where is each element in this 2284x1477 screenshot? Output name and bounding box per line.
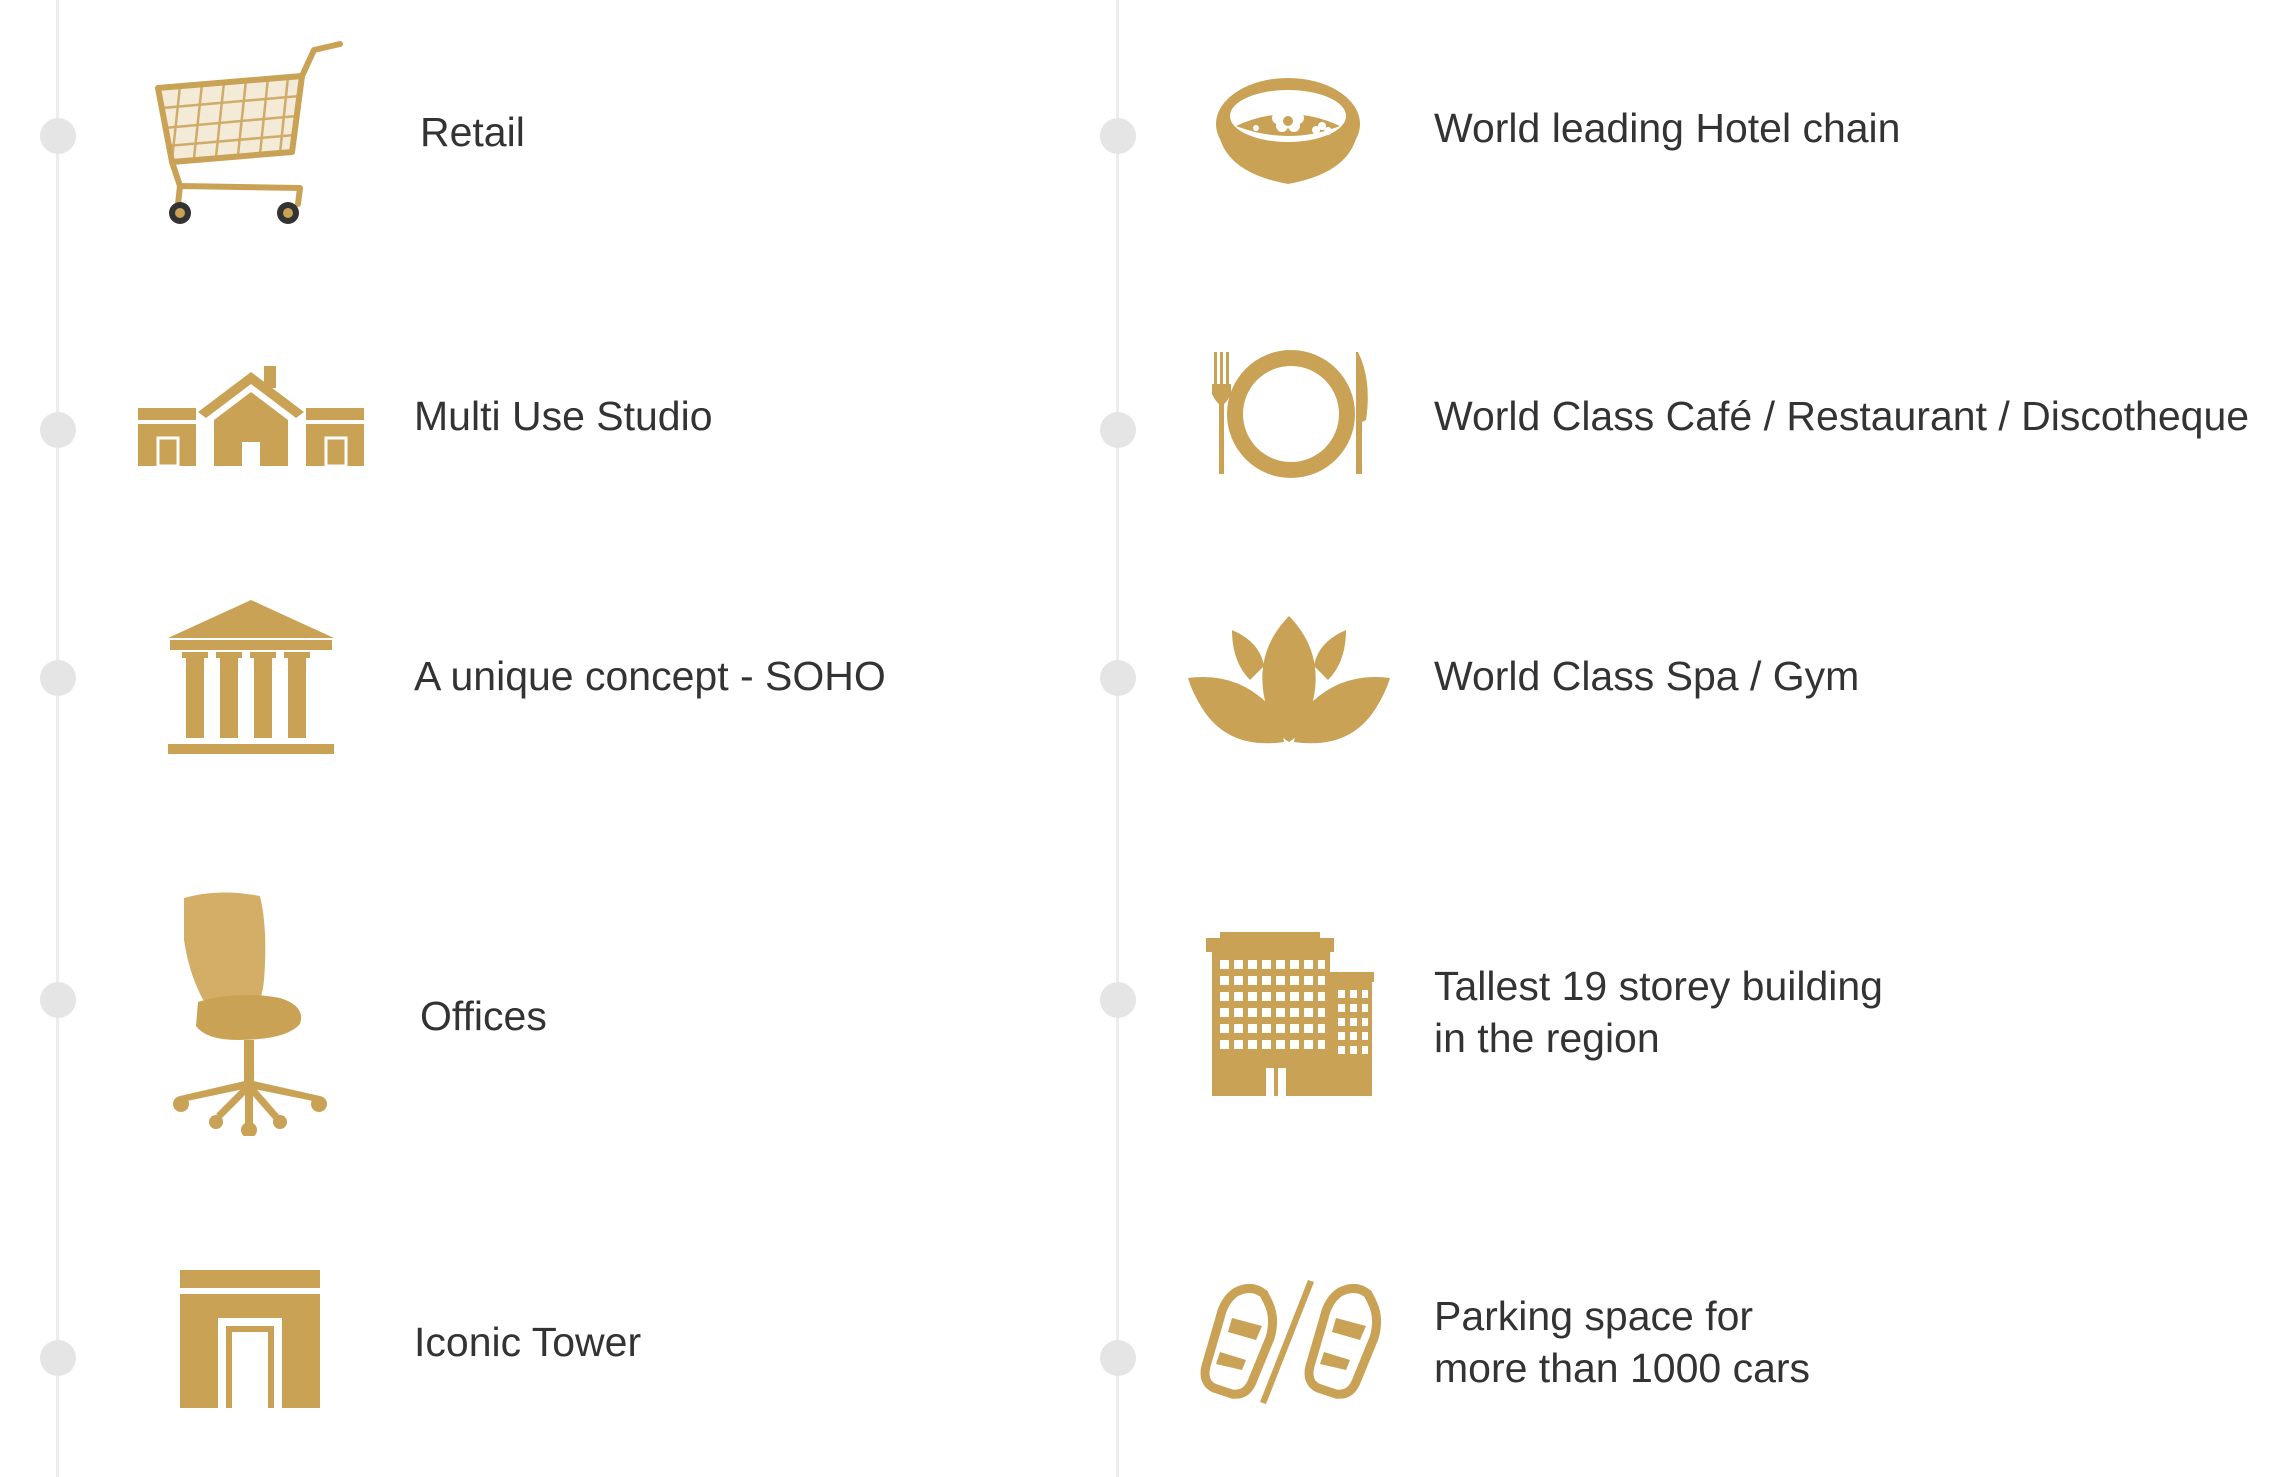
classical-building-icon bbox=[168, 600, 334, 754]
feature-label-spa-gym: World Class Spa / Gym bbox=[1434, 653, 1860, 699]
timeline-dot bbox=[1100, 1340, 1136, 1376]
label-line: more than 1000 cars bbox=[1434, 1345, 1811, 1391]
timeline-dot bbox=[1100, 982, 1136, 1018]
left-timeline-line bbox=[56, 0, 59, 1477]
feature-label-offices: Offices bbox=[420, 993, 547, 1039]
office-chair-icon bbox=[168, 890, 334, 1136]
timeline-dot bbox=[1100, 412, 1136, 448]
label-line: Tallest 19 storey building bbox=[1434, 963, 1883, 1009]
high-rise-building-icon bbox=[1206, 932, 1374, 1096]
timeline-dot bbox=[40, 660, 76, 696]
feature-label-soho: A unique concept - SOHO bbox=[414, 653, 886, 699]
plate-cutlery-icon bbox=[1212, 350, 1370, 478]
feature-label-retail: Retail bbox=[420, 109, 525, 155]
tower-door-icon bbox=[180, 1270, 320, 1408]
feature-label-cafe-restaurant: World Class Café / Restaurant / Discothe… bbox=[1434, 393, 2250, 439]
shopping-cart-icon bbox=[150, 36, 350, 231]
timeline-dot bbox=[40, 1340, 76, 1376]
lotus-icon bbox=[1188, 616, 1390, 744]
timeline-dot bbox=[1100, 118, 1136, 154]
feature-label-multi-use-studio: Multi Use Studio bbox=[414, 393, 713, 439]
right-timeline-line bbox=[1116, 0, 1119, 1477]
label-line: in the region bbox=[1434, 1015, 1660, 1061]
spa-bowl-icon bbox=[1214, 76, 1362, 186]
label-line: Parking space for bbox=[1434, 1293, 1754, 1339]
feature-label-hotel-chain: World leading Hotel chain bbox=[1434, 105, 1901, 151]
timeline-dot bbox=[40, 982, 76, 1018]
studio-houses-icon bbox=[138, 366, 364, 466]
feature-label-iconic-tower: Iconic Tower bbox=[414, 1319, 642, 1365]
feature-label-tallest-building: Tallest 19 storey building in the region bbox=[1434, 960, 1883, 1064]
timeline-dot bbox=[1100, 660, 1136, 696]
feature-label-parking: Parking space for more than 1000 cars bbox=[1434, 1290, 1810, 1394]
parking-cars-icon bbox=[1196, 1278, 1382, 1404]
timeline-dot bbox=[40, 412, 76, 448]
timeline-dot bbox=[40, 118, 76, 154]
